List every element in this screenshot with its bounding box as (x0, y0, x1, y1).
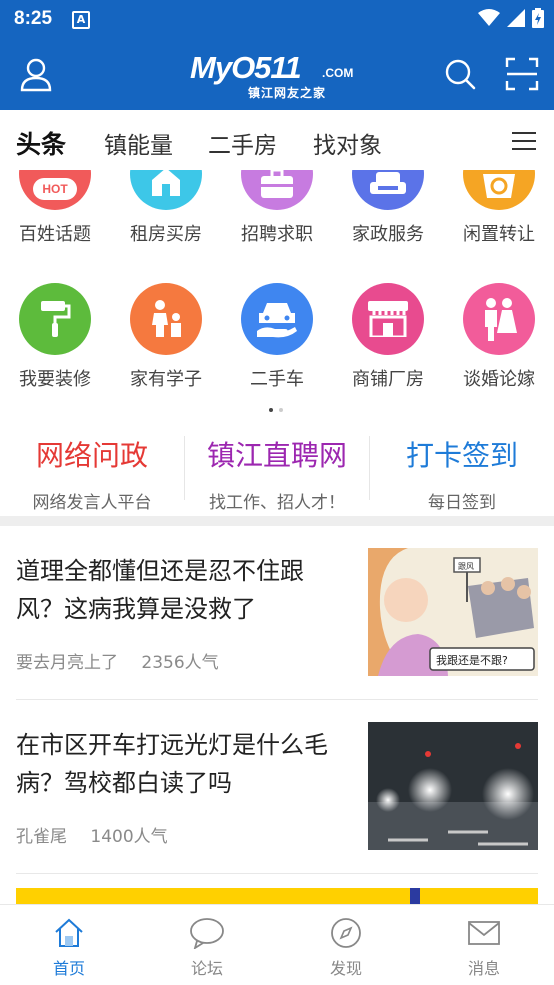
car-hand-icon (241, 283, 313, 355)
article-item[interactable]: 道理全都懂但还是忍不住跟风？这病我算是没救了 要去月亮上了 2356人气 跟风 … (16, 548, 538, 718)
service-label: 谈婚论嫁 (463, 369, 535, 390)
service-housekeeping[interactable]: 家政服务 (338, 170, 438, 246)
recycle-basket-icon (463, 170, 535, 210)
quick-links: 网络问政 网络发言人平台 镇江直聘网 找工作、招人才！ 打卡签到 每日签到 (0, 420, 554, 516)
nav-forum[interactable]: 论坛 (138, 905, 276, 985)
battery-icon (532, 8, 544, 28)
article-author: 孔雀尾 (16, 827, 67, 847)
service-label: 我要装修 (19, 369, 91, 390)
app-bar: MyO511 .COM 镇江网友之家 (0, 38, 554, 110)
menu-icon[interactable] (512, 132, 536, 150)
service-students[interactable]: 家有学子 (116, 283, 216, 391)
paint-roller-icon (19, 283, 91, 355)
tab-find-partner[interactable]: 找对象 (313, 126, 382, 160)
article-meta: 孔雀尾 1400人气 (16, 822, 186, 847)
mail-icon (468, 921, 500, 945)
service-label: 家政服务 (352, 224, 424, 245)
hot-badge: HOT (33, 178, 77, 200)
service-used-car[interactable]: 二手车 (227, 283, 327, 391)
quick-link-subtitle: 找工作、招人才！ (209, 493, 345, 513)
user-icon[interactable] (18, 56, 54, 92)
article-popularity: 2356人气 (141, 653, 219, 673)
scan-icon[interactable] (504, 56, 540, 92)
couple-icon (463, 283, 535, 355)
service-label: 租房买房 (130, 224, 202, 245)
home-icon (55, 918, 83, 947)
category-tabs: 头条 镇能量 二手房 找对象 (0, 110, 554, 170)
service-label: 家有学子 (130, 369, 202, 390)
nav-messages[interactable]: 消息 (415, 905, 553, 985)
service-grid: HOT 百姓话题 租房买房 招聘求职 家政服务 闲置转让 我要装修 家有学子 二… (0, 170, 554, 410)
status-bar: 8:25 A (0, 0, 554, 38)
divider (16, 873, 538, 874)
quick-link-check-in[interactable]: 打卡签到 每日签到 (370, 434, 554, 513)
search-icon[interactable] (442, 56, 478, 92)
service-resale[interactable]: 闲置转让 (449, 170, 549, 246)
hot-icon: HOT (19, 170, 91, 210)
storefront-icon (352, 283, 424, 355)
wifi-icon (478, 9, 500, 26)
service-jobs[interactable]: 招聘求职 (227, 170, 327, 246)
nav-home[interactable]: 首页 (0, 905, 138, 985)
article-popularity: 1400人气 (90, 827, 168, 847)
service-topics[interactable]: HOT 百姓话题 (5, 170, 105, 246)
page-indicator (266, 397, 286, 416)
app-logo: MyO511 .COM 镇江网友之家 (190, 50, 366, 100)
status-time: 8:25 (14, 8, 53, 29)
logo-com: .COM (322, 66, 354, 80)
article-item[interactable]: 在市区开车打远光灯是什么毛病？驾校都白读了吗 孔雀尾 1400人气 (16, 722, 538, 892)
article-title: 道理全都懂但还是忍不住跟风？这病我算是没救了 (16, 557, 304, 623)
nav-label: 首页 (52, 959, 85, 978)
divider (16, 699, 538, 700)
chat-bubble-icon (190, 918, 224, 951)
status-icons (478, 8, 544, 28)
parent-child-icon (130, 283, 202, 355)
quick-link-job-site[interactable]: 镇江直聘网 找工作、招人才！ (185, 434, 369, 513)
nav-label: 论坛 (190, 959, 223, 978)
service-label: 二手车 (250, 369, 304, 390)
notification-icon: A (72, 11, 90, 29)
article-thumbnail (368, 722, 538, 850)
service-label: 百姓话题 (19, 224, 91, 245)
section-separator (0, 516, 554, 526)
thumb-sign-text: 跟风 (458, 562, 474, 571)
article-author: 要去月亮上了 (16, 653, 118, 673)
service-decoration[interactable]: 我要装修 (5, 283, 105, 391)
signal-icon (507, 9, 525, 27)
article-meta: 要去月亮上了 2356人气 (16, 648, 237, 673)
house-icon (130, 170, 202, 210)
briefcase-icon (241, 170, 313, 210)
service-label: 闲置转让 (463, 224, 535, 245)
service-label: 招聘求职 (241, 224, 313, 245)
quick-link-subtitle: 网络发言人平台 (32, 493, 152, 513)
service-label: 商铺厂房 (352, 369, 424, 390)
bottom-navigation: 首页 论坛 发现 消息 (0, 904, 554, 985)
quick-link-title: 镇江直聘网 (206, 439, 347, 472)
compass-icon (331, 918, 361, 948)
tab-headlines[interactable]: 头条 (16, 125, 66, 161)
service-rent-buy-house[interactable]: 租房买房 (116, 170, 216, 246)
tab-second-hand-house[interactable]: 二手房 (208, 126, 277, 160)
nav-label: 消息 (467, 959, 500, 978)
article-title: 在市区开车打远光灯是什么毛病？驾校都白读了吗 (16, 731, 328, 797)
logo-subtitle: 镇江网友之家 (248, 86, 327, 100)
nav-label: 发现 (329, 959, 362, 978)
article-thumbnail: 跟风 我跟还是不跟? (368, 548, 538, 676)
quick-link-subtitle: 每日签到 (428, 493, 496, 513)
quick-link-title: 网络问政 (35, 439, 148, 472)
nav-discover[interactable]: 发现 (277, 905, 415, 985)
quick-link-online-politics[interactable]: 网络问政 网络发言人平台 (0, 434, 184, 513)
service-marriage[interactable]: 谈婚论嫁 (449, 283, 549, 391)
sofa-icon (352, 170, 424, 210)
service-shops-factories[interactable]: 商铺厂房 (338, 283, 438, 391)
quick-link-title: 打卡签到 (405, 439, 518, 472)
tab-energy[interactable]: 镇能量 (104, 126, 173, 160)
logo-main: MyO511 (190, 50, 302, 85)
thumb-caption: 我跟还是不跟? (436, 654, 508, 667)
